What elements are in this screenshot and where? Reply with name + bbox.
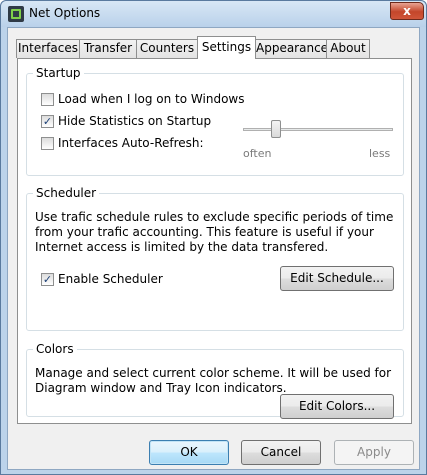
load-on-logon-checkbox[interactable]: Load when I log on to Windows (41, 92, 244, 106)
edit-colors-button[interactable]: Edit Colors... (280, 394, 394, 419)
enable-scheduler-label: Enable Scheduler (58, 272, 163, 286)
slider-max-label: less (369, 147, 391, 160)
tab-transfer[interactable]: Transfer (79, 39, 137, 58)
tab-counters[interactable]: Counters (136, 39, 198, 58)
startup-group: Startup Load when I log on to Windows ✓ … (26, 66, 404, 176)
tab-interfaces[interactable]: Interfaces (16, 39, 80, 58)
app-icon (8, 6, 24, 22)
apply-button[interactable]: Apply (334, 440, 414, 465)
refresh-slider[interactable] (243, 120, 393, 140)
startup-group-title: Startup (33, 66, 84, 80)
hide-statistics-checkbox[interactable]: ✓ Hide Statistics on Startup (41, 114, 211, 128)
net-options-window: Net Options x Interfaces Transfer Counte… (0, 0, 427, 475)
colors-description: Manage and select current color scheme. … (35, 366, 392, 395)
scheduler-group-title: Scheduler (33, 186, 100, 200)
hide-statistics-box[interactable]: ✓ (41, 114, 54, 128)
auto-refresh-label: Interfaces Auto-Refresh: (58, 136, 204, 150)
tab-appearance[interactable]: Appearance (255, 39, 328, 58)
scheduler-group: Scheduler Use trafic schedule rules to e… (26, 186, 404, 331)
slider-thumb[interactable] (271, 120, 281, 138)
dialog-client: Interfaces Transfer Counters Settings Ap… (7, 27, 420, 470)
hide-statistics-label: Hide Statistics on Startup (58, 114, 212, 128)
ok-button[interactable]: OK (149, 440, 229, 465)
load-on-logon-box[interactable] (41, 92, 54, 106)
tab-settings[interactable]: Settings (197, 36, 256, 59)
slider-track (243, 128, 393, 131)
load-on-logon-label: Load when I log on to Windows (58, 92, 245, 106)
enable-scheduler-checkbox[interactable]: ✓ Enable Scheduler (41, 272, 163, 286)
title-bar[interactable]: Net Options x (1, 1, 426, 27)
colors-group: Colors Manage and select current color s… (26, 342, 404, 419)
window-title: Net Options (29, 6, 101, 20)
edit-schedule-button[interactable]: Edit Schedule... (280, 266, 394, 291)
enable-scheduler-box[interactable]: ✓ (41, 272, 54, 286)
cancel-button[interactable]: Cancel (241, 440, 321, 465)
scheduler-description: Use trafic schedule rules to exclude spe… (35, 210, 394, 254)
settings-panel: Startup Load when I log on to Windows ✓ … (17, 58, 412, 424)
tab-about[interactable]: About (326, 39, 370, 58)
auto-refresh-box[interactable] (41, 136, 54, 150)
auto-refresh-checkbox[interactable]: Interfaces Auto-Refresh: (41, 136, 204, 150)
slider-min-label: often (243, 147, 272, 160)
colors-group-title: Colors (33, 342, 77, 356)
close-button[interactable]: x (390, 2, 424, 20)
